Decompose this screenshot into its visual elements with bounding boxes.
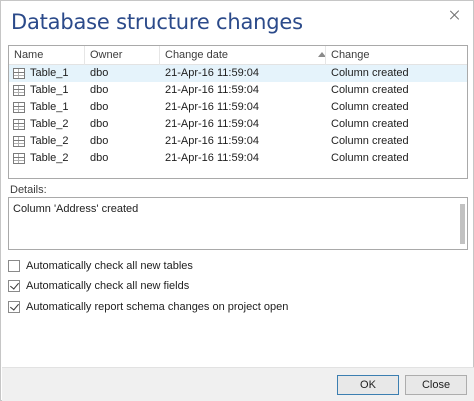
cell-owner: dbo bbox=[90, 135, 109, 147]
checkbox[interactable] bbox=[8, 301, 20, 313]
cell-owner: dbo bbox=[90, 84, 109, 96]
cell-name: Table_2 bbox=[30, 135, 69, 147]
checkbox[interactable] bbox=[8, 280, 20, 292]
table-icon bbox=[13, 102, 25, 113]
column-header-name[interactable]: Name bbox=[14, 49, 43, 61]
close-button[interactable]: Close bbox=[405, 375, 467, 395]
table-row[interactable]: Table_1 dbo 21-Apr-16 11:59:04 Column cr… bbox=[9, 65, 467, 82]
table-icon bbox=[13, 85, 25, 96]
table-icon bbox=[13, 68, 25, 79]
table-icon bbox=[13, 119, 25, 130]
dialog-title: Database structure changes bbox=[11, 10, 303, 34]
details-textarea[interactable]: Column 'Address' created bbox=[8, 197, 468, 250]
cell-name: Table_1 bbox=[30, 101, 69, 113]
cell-change: Column created bbox=[331, 101, 409, 113]
table-icon bbox=[13, 136, 25, 147]
ok-button[interactable]: OK bbox=[337, 375, 399, 395]
table-row[interactable]: Table_1 dbo 21-Apr-16 11:59:04 Column cr… bbox=[9, 82, 467, 99]
cell-change-date: 21-Apr-16 11:59:04 bbox=[165, 152, 259, 164]
cell-owner: dbo bbox=[90, 101, 109, 113]
column-divider[interactable] bbox=[159, 46, 160, 65]
column-header-change[interactable]: Change bbox=[331, 49, 370, 61]
column-divider[interactable] bbox=[84, 46, 85, 65]
details-scrollbar[interactable] bbox=[457, 198, 467, 249]
cell-change-date: 21-Apr-16 11:59:04 bbox=[165, 67, 259, 79]
database-structure-changes-dialog: Database structure changes Name Owner Ch… bbox=[0, 0, 474, 401]
cell-name: Table_2 bbox=[30, 118, 69, 130]
cell-change-date: 21-Apr-16 11:59:04 bbox=[165, 84, 259, 96]
cell-change: Column created bbox=[331, 67, 409, 79]
cell-change: Column created bbox=[331, 84, 409, 96]
checkbox-label[interactable]: Automatically report schema changes on p… bbox=[26, 301, 288, 313]
table-icon bbox=[13, 153, 25, 164]
cell-change-date: 21-Apr-16 11:59:04 bbox=[165, 101, 259, 113]
column-header-change-date[interactable]: Change date bbox=[165, 49, 228, 61]
checkbox-label[interactable]: Automatically check all new fields bbox=[26, 280, 189, 292]
cell-change-date: 21-Apr-16 11:59:04 bbox=[165, 135, 259, 147]
button-bar: OK Close bbox=[2, 367, 474, 401]
cell-name: Table_2 bbox=[30, 152, 69, 164]
cell-name: Table_1 bbox=[30, 84, 69, 96]
table-row[interactable]: Table_1 dbo 21-Apr-16 11:59:04 Column cr… bbox=[9, 99, 467, 116]
column-divider[interactable] bbox=[325, 46, 326, 65]
table-row[interactable]: Table_2 dbo 21-Apr-16 11:59:04 Column cr… bbox=[9, 133, 467, 150]
cell-change-date: 21-Apr-16 11:59:04 bbox=[165, 118, 259, 130]
cell-change: Column created bbox=[331, 152, 409, 164]
details-label: Details: bbox=[10, 184, 47, 196]
checkbox[interactable] bbox=[8, 260, 20, 272]
cell-change: Column created bbox=[331, 135, 409, 147]
cell-name: Table_1 bbox=[30, 67, 69, 79]
cell-owner: dbo bbox=[90, 67, 109, 79]
cell-owner: dbo bbox=[90, 152, 109, 164]
table-row[interactable]: Table_2 dbo 21-Apr-16 11:59:04 Column cr… bbox=[9, 116, 467, 133]
details-text: Column 'Address' created bbox=[13, 203, 139, 215]
cell-change: Column created bbox=[331, 118, 409, 130]
grid-header: Name Owner Change date Change bbox=[9, 46, 467, 65]
column-header-owner[interactable]: Owner bbox=[90, 49, 122, 61]
table-row[interactable]: Table_2 dbo 21-Apr-16 11:59:04 Column cr… bbox=[9, 150, 467, 167]
scrollbar-thumb[interactable] bbox=[460, 204, 465, 244]
cell-owner: dbo bbox=[90, 118, 109, 130]
close-icon[interactable] bbox=[447, 7, 463, 23]
changes-grid[interactable]: Name Owner Change date Change Table_1 db… bbox=[8, 45, 468, 179]
checkbox-label[interactable]: Automatically check all new tables bbox=[26, 260, 193, 272]
